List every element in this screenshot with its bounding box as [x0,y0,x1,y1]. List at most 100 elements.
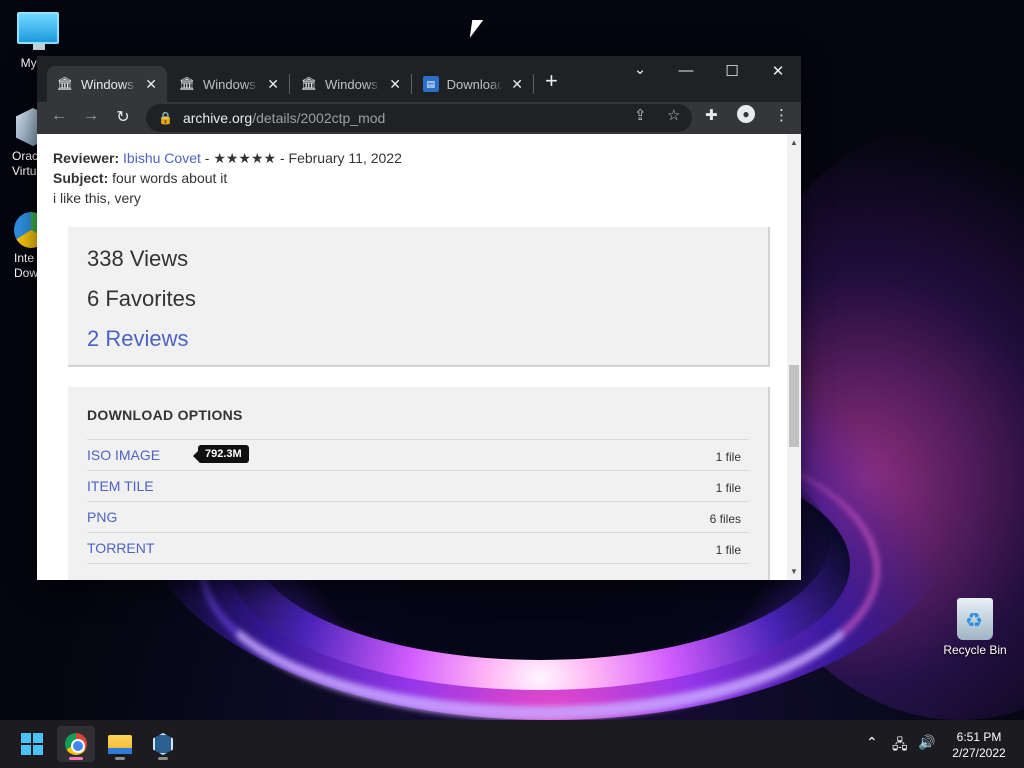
desktop-icon-virtualbox[interactable]: Orac Virtu [0,108,38,179]
download-link-iso[interactable]: ISO IMAGE [87,447,160,463]
tab-windows-active[interactable]: 🏛 Windows 2 ✕ [47,66,167,102]
download-manager-icon [14,212,38,248]
subject-label: Subject: [53,170,109,186]
tab-separator [289,74,290,94]
tab-title: Windows 1 [325,76,381,92]
extensions-puzzle-icon[interactable]: ✚ [705,106,718,124]
computer-icon [17,12,59,50]
tab-separator [533,74,534,94]
chrome-icon [65,733,87,755]
file-count: 1 file [715,450,741,464]
tab-title: Windows 2 [81,76,137,92]
system-clock[interactable]: 6:51 PM 2/27/2022 [940,729,1018,761]
close-tab-icon[interactable]: ✕ [145,76,157,93]
close-window-button[interactable]: ✕ [763,62,793,80]
desktop-icon-recycle-bin[interactable]: Recycle Bin [940,598,1010,657]
forward-arrow-icon[interactable]: → [80,107,102,125]
archive-icon: 🏛 [300,76,318,91]
back-arrow-icon[interactable]: ← [48,107,70,125]
reviews-link[interactable]: 2 Reviews [87,319,749,359]
desktop-icon-download-manager[interactable]: Inte Dow [0,212,38,281]
taskbar-file-explorer[interactable] [101,726,139,762]
share-icon[interactable]: ⇪ [634,106,647,124]
taskbar: ⌃ 🖧 🔊 6:51 PM 2/27/2022 [0,720,1024,768]
tab-download[interactable]: ▤ Download ✕ [413,66,533,102]
desktop-icon-label: Inte Dow [14,251,38,280]
tab-strip: 🏛 Windows 2 ✕ 🏛 Windows 2 ✕ 🏛 Windows 1 … [37,56,801,102]
item-stats-panel: 338 Views 6 Favorites 2 Reviews [68,227,770,367]
running-indicator [158,757,168,760]
tab-title: Windows 2 [203,76,259,92]
start-button[interactable] [13,726,51,762]
new-tab-button[interactable]: + [545,70,558,92]
close-tab-icon[interactable]: ✕ [511,76,523,93]
recycle-bin-icon [957,598,993,640]
download-options-heading: DOWNLOAD OPTIONS [87,407,243,423]
download-row [87,563,749,580]
reviewer-link[interactable]: Ibishu Covet [123,150,201,166]
scroll-down-arrow-icon[interactable]: ▼ [790,567,798,576]
download-row: ITEM TILE 1 file [87,470,749,501]
taskbar-chrome[interactable] [57,726,95,762]
bookmark-star-icon[interactable]: ☆ [667,106,680,124]
archive-icon: 🏛 [56,76,74,91]
menu-kebab-icon[interactable]: ⋮ [774,106,789,124]
review-block: Reviewer: Ibishu Covet - ★★★★★ - Februar… [53,148,402,208]
virtualbox-icon [16,108,38,146]
download-link-png[interactable]: PNG [87,509,117,525]
reviewer-label: Reviewer: [53,150,120,166]
favorites-count: 6 Favorites [87,286,196,311]
minimize-button[interactable]: — [671,62,701,79]
desktop-icon-label: Recycle Bin [943,643,1007,657]
archive-icon: 🏛 [178,76,196,91]
network-icon[interactable]: 🖧 [892,734,908,758]
tab-search-button[interactable]: ⌄ [625,60,655,78]
lock-icon[interactable]: 🔒 [158,111,173,125]
windows-logo-icon [21,733,43,755]
download-link-item-tile[interactable]: ITEM TILE [87,478,154,494]
clock-time: 6:51 PM [956,730,1002,744]
folder-icon [108,734,132,754]
running-indicator [69,757,83,760]
profile-avatar-icon[interactable]: ● [737,105,755,123]
close-tab-icon[interactable]: ✕ [267,76,279,93]
download-row: PNG 6 files [87,501,749,532]
review-rating-date: - ★★★★★ - February 11, 2022 [200,150,402,166]
file-count: 1 file [715,481,741,495]
volume-icon[interactable]: 🔊 [918,734,935,751]
file-count: 6 files [709,512,741,526]
download-options-panel: DOWNLOAD OPTIONS ISO IMAGE 792.3M 1 file… [68,387,770,580]
address-bar[interactable]: 🔒 archive.org/details/2002ctp_mod [146,104,692,132]
tab-title: Download [446,76,504,92]
clock-date: 2/27/2022 [952,746,1006,760]
show-hidden-icons-chevron-icon[interactable]: ⌃ [866,734,878,751]
file-size-tooltip: 792.3M [193,445,249,463]
tab-windows-2[interactable]: 🏛 Windows 2 ✕ [169,66,289,102]
browser-window: 🏛 Windows 2 ✕ 🏛 Windows 2 ✕ 🏛 Windows 1 … [37,56,801,580]
download-site-icon: ▤ [423,76,439,92]
download-row: TORRENT 1 file [87,532,749,563]
taskbar-virtualbox[interactable] [144,726,182,762]
views-count: 338 Views [87,246,189,271]
running-indicator [115,757,125,760]
download-row: ISO IMAGE 792.3M 1 file [87,439,749,470]
page-content: Reviewer: Ibishu Covet - ★★★★★ - Februar… [37,134,787,580]
close-tab-icon[interactable]: ✕ [389,76,401,93]
url-path: /details/2002ctp_mod [252,110,386,126]
download-link-torrent[interactable]: TORRENT [87,540,154,556]
browser-toolbar: ← → ↻ 🔒 archive.org/details/2002ctp_mod … [37,102,801,134]
subject-line: Subject: four words about it [53,168,402,188]
page-scrollbar[interactable]: ▲ ▼ [787,134,801,580]
tab-windows-3[interactable]: 🏛 Windows 1 ✕ [291,66,411,102]
url-domain: archive.org [182,110,253,126]
reload-icon[interactable]: ↻ [112,107,134,127]
review-body: i like this, very [53,190,141,206]
scroll-up-arrow-icon[interactable]: ▲ [790,138,798,147]
maximize-button[interactable]: ☐ [717,62,747,80]
file-count: 1 file [715,543,741,557]
desktop-icon-label: Orac Virtu [12,149,38,178]
tab-separator [411,74,412,94]
review-line: Reviewer: Ibishu Covet - ★★★★★ - Februar… [53,148,402,168]
scroll-thumb[interactable] [789,365,799,447]
virtualbox-icon [153,733,173,755]
